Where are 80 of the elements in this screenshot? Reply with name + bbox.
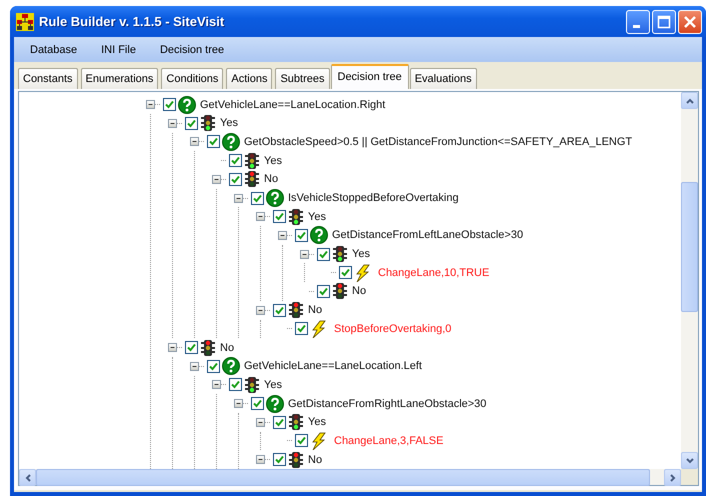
tab[interactable]: Evaluations (410, 68, 477, 90)
node-label[interactable]: No (308, 454, 322, 466)
collapse-toggle[interactable] (256, 306, 265, 315)
checkbox[interactable] (185, 341, 198, 354)
checkbox[interactable] (295, 228, 308, 242)
close-button[interactable] (678, 10, 702, 34)
node-label[interactable]: Yes (220, 117, 238, 130)
checkbox[interactable] (229, 172, 242, 186)
node-label[interactable]: Yes (352, 248, 370, 260)
menu-item[interactable]: Decision tree (148, 44, 236, 56)
maximize-button[interactable] (652, 10, 676, 34)
node-label[interactable]: GetVehicleLane==LaneLocation.Right (200, 98, 386, 111)
action-label[interactable]: ChangeLane,10,TRUE (378, 266, 490, 279)
collapse-toggle[interactable] (256, 418, 265, 427)
checkbox[interactable] (295, 434, 308, 448)
tab[interactable]: Enumerations (80, 68, 158, 90)
tab[interactable]: Conditions (161, 68, 224, 90)
checkbox[interactable] (251, 397, 264, 410)
node-label[interactable]: Yes (308, 210, 326, 223)
node-label[interactable]: GetVehicleLane==LaneLocation.Left (244, 360, 422, 372)
scroll-down-button[interactable] (681, 452, 698, 469)
node-label[interactable]: GetDistanceFromRightLaneObstacle>30 (288, 398, 486, 410)
minimize-button[interactable] (626, 10, 650, 34)
tab[interactable]: Decision tree (330, 64, 409, 90)
checkbox[interactable] (229, 378, 242, 392)
tab[interactable]: Actions (226, 68, 272, 90)
checkbox[interactable] (273, 304, 286, 317)
collapse-toggle[interactable] (168, 118, 177, 128)
node-label[interactable]: No (220, 342, 234, 354)
scroll-thumb[interactable] (681, 182, 698, 312)
collapse-toggle[interactable] (234, 194, 243, 203)
node-label[interactable]: Yes (264, 154, 282, 167)
vertical-scrollbar[interactable] (681, 92, 698, 469)
collapse-toggle[interactable] (168, 343, 177, 352)
checkbox[interactable] (273, 416, 286, 429)
scroll-right-button[interactable] (664, 469, 681, 486)
checkbox[interactable] (207, 360, 220, 373)
collapse-toggle[interactable] (256, 455, 265, 464)
minimize-icon (632, 25, 640, 28)
node-label[interactable]: No (352, 285, 366, 298)
window-title: Rule Builder v. 1.1.5 - SiteVisit (39, 14, 226, 30)
collapse-toggle[interactable] (190, 137, 199, 146)
collapse-toggle[interactable] (212, 174, 221, 184)
chevron-down-icon (684, 456, 694, 466)
checkbox[interactable] (251, 192, 264, 205)
node-label[interactable]: No (264, 173, 278, 186)
node-label[interactable]: No (308, 304, 322, 316)
scroll-up-button[interactable] (681, 92, 698, 110)
checkbox[interactable] (163, 98, 176, 112)
checkbox[interactable] (229, 154, 242, 168)
scroll-left-button[interactable] (19, 469, 36, 486)
checkbox[interactable] (273, 210, 286, 224)
collapse-toggle[interactable] (190, 362, 199, 371)
node-label[interactable]: IsVehicleStoppedBeforeOvertaking (288, 192, 459, 204)
collapse-toggle[interactable] (300, 250, 309, 259)
scrollbar-corner (681, 469, 698, 485)
tab[interactable]: Constants (18, 68, 78, 90)
checkbox[interactable] (295, 322, 308, 336)
action-label[interactable]: ChangeLane,3,FALSE (334, 434, 444, 447)
node-label[interactable]: Yes (264, 378, 282, 391)
checkbox[interactable] (317, 284, 330, 298)
menu-item[interactable]: INI File (89, 44, 148, 56)
checkbox[interactable] (339, 266, 352, 280)
node-label[interactable]: Yes (308, 416, 326, 428)
node-label[interactable]: GetDistanceFromLeftLaneObstacle>30 (332, 229, 524, 242)
checkbox[interactable] (273, 453, 286, 466)
collapse-toggle[interactable] (234, 399, 243, 408)
collapse-toggle[interactable] (146, 100, 155, 110)
node-label[interactable]: GetObstacleSpeed>0.5 || GetDistanceFromJunction<=SAFETY_AREA_LENGT (244, 136, 632, 148)
checkbox[interactable] (317, 248, 330, 261)
checkbox[interactable] (185, 116, 198, 130)
checkbox[interactable] (207, 135, 220, 148)
tab[interactable]: Subtrees (275, 68, 330, 90)
collapse-toggle[interactable] (212, 380, 221, 390)
chevron-right-icon (668, 472, 678, 482)
action-label[interactable]: StopBeforeOvertaking,0 (334, 322, 452, 335)
collapse-toggle[interactable] (256, 212, 265, 222)
collapse-toggle[interactable] (278, 230, 287, 240)
app-icon (16, 12, 34, 31)
menu-item[interactable]: Database (18, 44, 90, 56)
